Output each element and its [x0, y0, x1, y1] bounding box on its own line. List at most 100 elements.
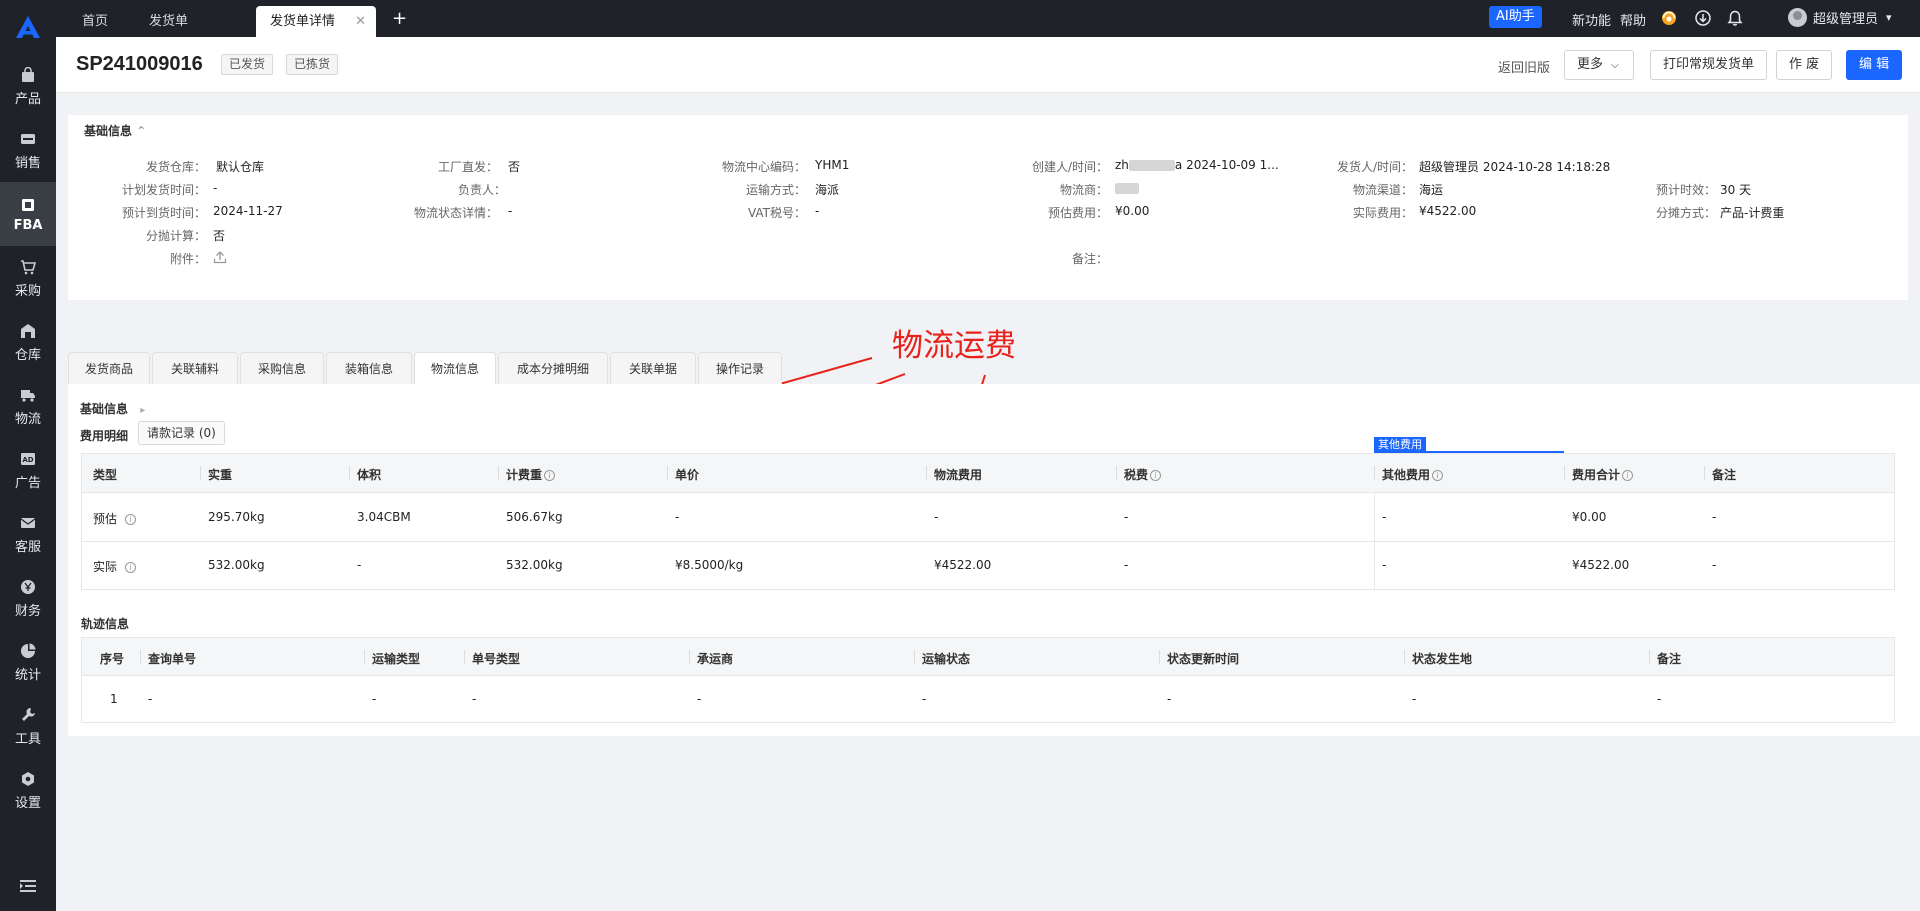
- tab-shipment-detail[interactable]: 发货单详情 ✕: [256, 6, 376, 37]
- sidebar-item-mail[interactable]: 客服: [0, 502, 56, 566]
- cell-text: 532.00kg: [208, 558, 265, 572]
- sidebar-item-ad[interactable]: AD 广告: [0, 438, 56, 502]
- fee-col-header: 其他费用 i: [1382, 466, 1444, 483]
- fee-cell-other: -: [1382, 510, 1386, 524]
- column-separator: [1404, 650, 1405, 664]
- more-label: 更多: [1577, 57, 1604, 72]
- field-label: 物流状态详情：: [413, 206, 498, 220]
- row-divider: [81, 722, 1895, 723]
- info-icon[interactable]: i: [125, 514, 137, 525]
- tab-detail-7[interactable]: 操作记录: [698, 352, 782, 384]
- tab-detail-3[interactable]: 装箱信息: [326, 352, 412, 384]
- field-label: 预估费用：: [1047, 206, 1108, 220]
- track-col-header: 序号: [100, 652, 125, 666]
- fee-col-header: 费用合计 i: [1572, 466, 1634, 483]
- info-icon[interactable]: i: [125, 562, 137, 573]
- table-border: [81, 676, 82, 722]
- fee-col-header: 计费重 i: [506, 466, 556, 483]
- page-title: SP241009016: [76, 53, 203, 75]
- sidebar-item-settings[interactable]: 设置: [0, 758, 56, 822]
- tab-detail-5[interactable]: 成本分摊明细: [498, 352, 608, 384]
- col-header-text: 费用合计: [1572, 468, 1621, 482]
- field-label: 发货仓库：: [145, 160, 206, 174]
- column-separator: [667, 466, 668, 480]
- upload-icon[interactable]: [213, 250, 227, 267]
- field-value: 30 天: [1720, 183, 1752, 197]
- fee-cell-fee: -: [934, 510, 938, 524]
- row-divider: [81, 589, 1895, 590]
- fee-col-header: 体积: [357, 466, 381, 483]
- tab-detail-1[interactable]: 关联辅料: [152, 352, 238, 384]
- tab-detail-6[interactable]: 关联单据: [610, 352, 696, 384]
- refund-record-button[interactable]: 请款记录 (0): [138, 421, 225, 445]
- info-icon[interactable]: i: [1150, 470, 1162, 481]
- track-cell: -: [372, 692, 377, 706]
- section-title-text: 基础信息: [84, 124, 133, 138]
- edit-button[interactable]: 编 辑: [1846, 50, 1903, 80]
- field-label: 创建人/时间：: [1031, 160, 1108, 174]
- basic-info-panel: 基础信息 ⌃ 发货仓库： 默认仓库 工厂直发： 否 物流中心编码： YHM1 创建人/时间：…: [68, 115, 1908, 300]
- app-logo[interactable]: [0, 0, 56, 54]
- fee-cell-weight: 295.70kg: [208, 510, 265, 524]
- customer-service-icon[interactable]: [1660, 9, 1678, 27]
- sell-icon: [19, 130, 37, 148]
- cell-text: -: [1382, 558, 1387, 572]
- field-label: 分抛计算：: [145, 229, 206, 243]
- sidebar-item-pie-chart[interactable]: 统计: [0, 630, 56, 694]
- fee-cell-charge_weight: 506.67kg: [506, 510, 563, 524]
- cell-text: -: [1124, 558, 1129, 572]
- add-tab-button[interactable]: +: [392, 9, 407, 29]
- column-separator: [926, 466, 927, 480]
- collapse-menu-button[interactable]: [0, 871, 56, 901]
- track-cell: -: [1412, 692, 1417, 706]
- status-badge-picked: 已拣货: [286, 54, 339, 75]
- void-button[interactable]: 作 废: [1776, 50, 1833, 80]
- info-icon[interactable]: i: [544, 470, 556, 481]
- tab-home[interactable]: 首页: [68, 6, 122, 37]
- sidebar-item-warehouse[interactable]: 仓库: [0, 310, 56, 374]
- tab-detail-2[interactable]: 采购信息: [240, 352, 324, 384]
- tab-shipment-list[interactable]: 发货单: [135, 6, 202, 37]
- field-label: 工厂直发：: [437, 160, 498, 174]
- ai-assistant-button[interactable]: AI助手: [1489, 6, 1542, 28]
- logistics-basic-title[interactable]: 基础信息 ▸: [80, 400, 145, 417]
- tool-icon: [19, 706, 37, 724]
- column-separator: [914, 650, 915, 664]
- status-badge-shipped: 已发货: [221, 54, 274, 75]
- sidebar-item-yen[interactable]: 财务: [0, 566, 56, 630]
- track-cell: 1: [110, 692, 118, 706]
- cart-icon: [19, 258, 37, 276]
- sidebar-item-cart[interactable]: 采购: [0, 246, 56, 310]
- fee-cell-unit_price: -: [675, 510, 679, 524]
- col-header-text: 物流费用: [934, 468, 983, 482]
- help-link[interactable]: 帮助: [1620, 10, 1646, 29]
- tab-detail-4[interactable]: 物流信息: [414, 352, 496, 384]
- tab-detail-0[interactable]: 发货商品: [68, 352, 150, 384]
- basic-info-title[interactable]: 基础信息 ⌃: [84, 122, 146, 139]
- more-button[interactable]: 更多 ⌵: [1564, 50, 1634, 80]
- cell-text: -: [675, 510, 680, 524]
- info-icon[interactable]: i: [1622, 470, 1634, 481]
- sidebar-item-tool[interactable]: 工具: [0, 694, 56, 758]
- top-bar: 首页 发货单 发货单详情 ✕ + AI助手 新功能 帮助 超级管理员 ▾: [56, 0, 1920, 37]
- info-icon[interactable]: i: [1432, 470, 1444, 481]
- sidebar-item-bag[interactable]: 产品: [0, 54, 56, 118]
- sidebar-item-sell[interactable]: 销售: [0, 118, 56, 182]
- back-to-old-version-link[interactable]: 返回旧版: [1498, 57, 1550, 76]
- sidebar-item-fba[interactable]: FBA: [0, 182, 56, 246]
- column-separator: [1374, 466, 1375, 480]
- annotation-text: 物流运费: [892, 328, 1016, 364]
- field-value: YHM1: [815, 158, 850, 172]
- fee-cell-weight: 532.00kg: [208, 558, 265, 572]
- group-divider: [1374, 493, 1375, 589]
- column-separator: [498, 466, 499, 480]
- close-icon[interactable]: ✕: [355, 6, 366, 37]
- new-feature-link[interactable]: 新功能: [1572, 10, 1611, 29]
- download-icon[interactable]: [1694, 9, 1712, 27]
- field-label: 运输方式：: [745, 183, 806, 197]
- column-separator: [349, 466, 350, 480]
- print-shipment-button[interactable]: 打印常规发货单: [1650, 50, 1768, 80]
- sidebar-item-truck[interactable]: 物流: [0, 374, 56, 438]
- bell-icon[interactable]: [1726, 9, 1744, 27]
- user-menu[interactable]: 超级管理员 ▾: [1788, 8, 1892, 27]
